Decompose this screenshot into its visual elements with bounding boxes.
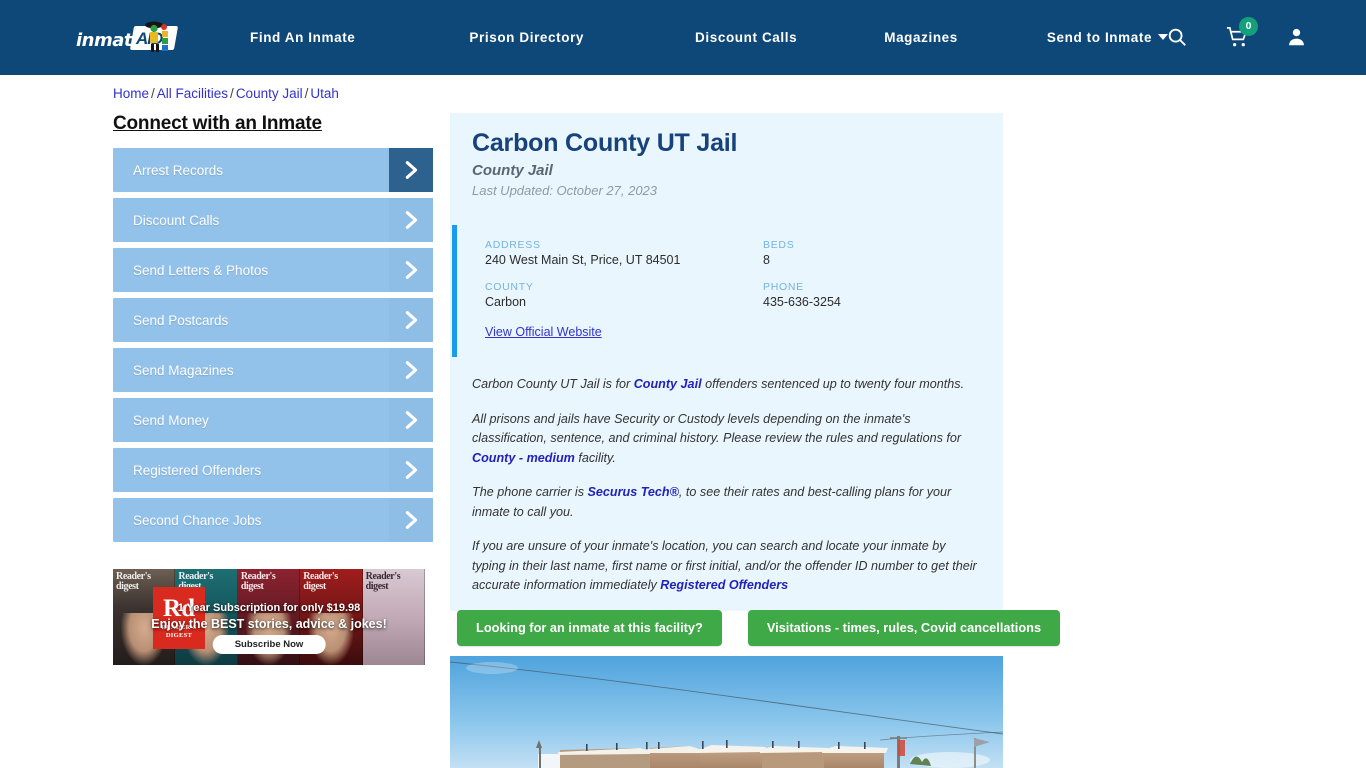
sidebar-item-label: Registered Offenders	[133, 462, 262, 478]
ad-overlay-text: 1 Year Subscription for only $19.98 Enjo…	[113, 601, 425, 633]
site-header: inmate AID Find An Inmate Prison Directo…	[0, 0, 1366, 75]
nav-prison-directory[interactable]: Prison Directory	[469, 24, 584, 51]
facility-field-address-value: 240 West Main St, Price, UT 84501	[485, 253, 681, 267]
facility-detail-panel: Carbon County UT Jail County Jail Last U…	[450, 113, 1003, 611]
facility-field-beds: BEDS 8	[763, 239, 1003, 267]
facility-inline-text: facility.	[574, 450, 616, 465]
chevron-right-icon[interactable]	[389, 298, 433, 342]
facility-action-buttons: Looking for an inmate at this facility? …	[457, 610, 1061, 646]
facility-field-county-label: COUNTY	[485, 281, 534, 293]
sidebar-item-list: Arrest Records Discount Calls Send Letters…	[113, 148, 433, 542]
breadcrumb-item-utah[interactable]: Utah	[310, 86, 339, 101]
sidebar-item-label: Send Letters & Photos	[133, 262, 269, 278]
ad-tagline: Enjoy the BEST stories, advice & jokes!	[151, 617, 387, 631]
facility-field-phone-label: PHONE	[763, 281, 804, 293]
sidebar-item-send-postcards[interactable]: Send Postcards	[113, 298, 433, 342]
sidebar-item-arrest-records[interactable]: Arrest Records	[113, 148, 433, 192]
sidebar-item-second-chance-jobs[interactable]: Second Chance Jobs	[113, 498, 433, 542]
view-official-website-link[interactable]: View Official Website	[485, 325, 602, 339]
facility-info-grid: ADDRESS 240 West Main St, Price, UT 8450…	[485, 239, 1003, 309]
chevron-right-icon[interactable]	[389, 448, 433, 492]
chevron-right-icon[interactable]	[389, 498, 433, 542]
facility-info-block: ADDRESS 240 West Main St, Price, UT 8450…	[452, 225, 1003, 357]
breadcrumb: Home / All Facilities / County Jail / Utah	[113, 86, 339, 101]
breadcrumb-separator: /	[230, 86, 234, 101]
facility-field-address: ADDRESS 240 West Main St, Price, UT 8450…	[485, 239, 763, 267]
sidebar-item-send-letters-photos[interactable]: Send Letters & Photos	[113, 248, 433, 292]
facility-inline-link[interactable]: Securus Tech®	[588, 485, 679, 499]
facility-field-beds-label: BEDS	[763, 239, 795, 251]
facility-paragraph: All prisons and jails have Security or C…	[472, 410, 977, 469]
facility-field-beds-value: 8	[763, 253, 770, 267]
search-icon[interactable]	[1166, 26, 1188, 50]
facility-inline-text: All prisons and jails have Security or C…	[472, 411, 962, 446]
chevron-right-icon[interactable]	[389, 148, 433, 192]
facility-inline-text: Carbon County UT Jail is for	[472, 377, 634, 391]
facility-photo-illustration	[450, 656, 1003, 768]
site-logo[interactable]: inmate AID	[76, 16, 188, 58]
ad-cover-5-headline: Reader's digest	[365, 571, 401, 592]
breadcrumb-separator: /	[304, 86, 309, 101]
ad-offer-line: 1 Year Subscription for only $19.98	[177, 602, 361, 614]
facility-photo	[450, 656, 1003, 768]
facility-inline-text: The phone carrier is	[472, 485, 588, 499]
logo-mascot-icon	[145, 21, 168, 52]
nav-send-to-inmate-label: Send to Inmate	[1046, 30, 1153, 45]
header-icon-group: 0	[1166, 0, 1308, 75]
facility-field-phone-value: 435-636-3254	[763, 295, 841, 309]
sidebar-item-label: Send Money	[133, 412, 209, 428]
breadcrumb-item-county-jail[interactable]: County Jail	[236, 86, 303, 101]
sidebar-item-discount-calls[interactable]: Discount Calls	[113, 198, 433, 242]
user-account-icon[interactable]	[1286, 26, 1308, 50]
readers-digest-ad-banner[interactable]: Reader's digest Reader's digest Reader's…	[113, 569, 425, 665]
chevron-right-icon[interactable]	[389, 348, 433, 392]
breadcrumb-item-all-facilities[interactable]: All Facilities	[157, 86, 228, 101]
ad-subscribe-button[interactable]: Subscribe Now	[212, 635, 326, 654]
visitations-button[interactable]: Visitations - times, rules, Covid cancel…	[747, 610, 1061, 646]
sidebar-heading: Connect with an Inmate	[113, 113, 322, 134]
facility-paragraph: If you are unsure of your inmate's locat…	[472, 537, 977, 596]
facility-paragraph: Carbon County UT Jail is for County Jail…	[472, 375, 977, 395]
chevron-right-icon[interactable]	[389, 398, 433, 442]
sidebar-item-send-magazines[interactable]: Send Magazines	[113, 348, 433, 392]
cart-icon[interactable]: 0	[1226, 16, 1258, 50]
cart-count-badge: 0	[1239, 16, 1258, 36]
facility-field-county: COUNTY Carbon	[485, 281, 763, 309]
facility-field-county-value: Carbon	[485, 295, 526, 309]
nav-magazines[interactable]: Magazines	[884, 24, 958, 51]
breadcrumb-separator: /	[151, 86, 155, 101]
chevron-right-icon[interactable]	[389, 198, 433, 242]
facility-inline-text: offenders sentenced up to twenty four mo…	[701, 377, 965, 391]
sidebar-item-label: Discount Calls	[133, 212, 220, 228]
facility-last-updated: Last Updated: October 27, 2023	[472, 183, 658, 198]
facility-inline-link[interactable]: Registered Offenders	[660, 578, 788, 592]
sidebar-item-label: Send Postcards	[133, 312, 229, 328]
ad-cover-4-headline: Reader's digest	[303, 571, 338, 592]
facility-inline-link[interactable]: County Jail	[634, 377, 702, 391]
facility-field-phone: PHONE 435-636-3254	[763, 281, 1003, 309]
sidebar: Connect with an Inmate Arrest Records Dis…	[113, 113, 433, 548]
main-navigation: Find An Inmate Prison Directory Discount…	[250, 0, 1169, 75]
sidebar-item-registered-offenders[interactable]: Registered Offenders	[113, 448, 433, 492]
nav-send-to-inmate[interactable]: Send to Inmate	[1046, 24, 1169, 51]
facility-paragraph: The phone carrier is Securus Tech®, to s…	[472, 483, 977, 522]
nav-find-an-inmate[interactable]: Find An Inmate	[250, 24, 355, 51]
facility-type: County Jail	[472, 162, 553, 179]
facility-title: Carbon County UT Jail	[472, 129, 738, 157]
facility-field-address-label: ADDRESS	[485, 239, 541, 251]
facility-inline-link[interactable]: County - medium	[472, 451, 575, 465]
nav-discount-calls[interactable]: Discount Calls	[695, 24, 797, 51]
facility-description: Carbon County UT Jail is for County Jail…	[450, 357, 1003, 596]
ad-cover-3-headline: Reader's digest	[240, 571, 276, 592]
sidebar-item-label: Arrest Records	[133, 162, 224, 178]
sidebar-item-send-money[interactable]: Send Money	[113, 398, 433, 442]
chevron-right-icon[interactable]	[389, 248, 433, 292]
rd-name-line2: DIGEST	[165, 632, 193, 639]
sidebar-item-label: Second Chance Jobs	[133, 512, 262, 528]
sidebar-item-label: Send Magazines	[133, 362, 234, 378]
looking-for-inmate-button[interactable]: Looking for an inmate at this facility?	[457, 610, 722, 646]
breadcrumb-item-home[interactable]: Home	[113, 86, 149, 101]
